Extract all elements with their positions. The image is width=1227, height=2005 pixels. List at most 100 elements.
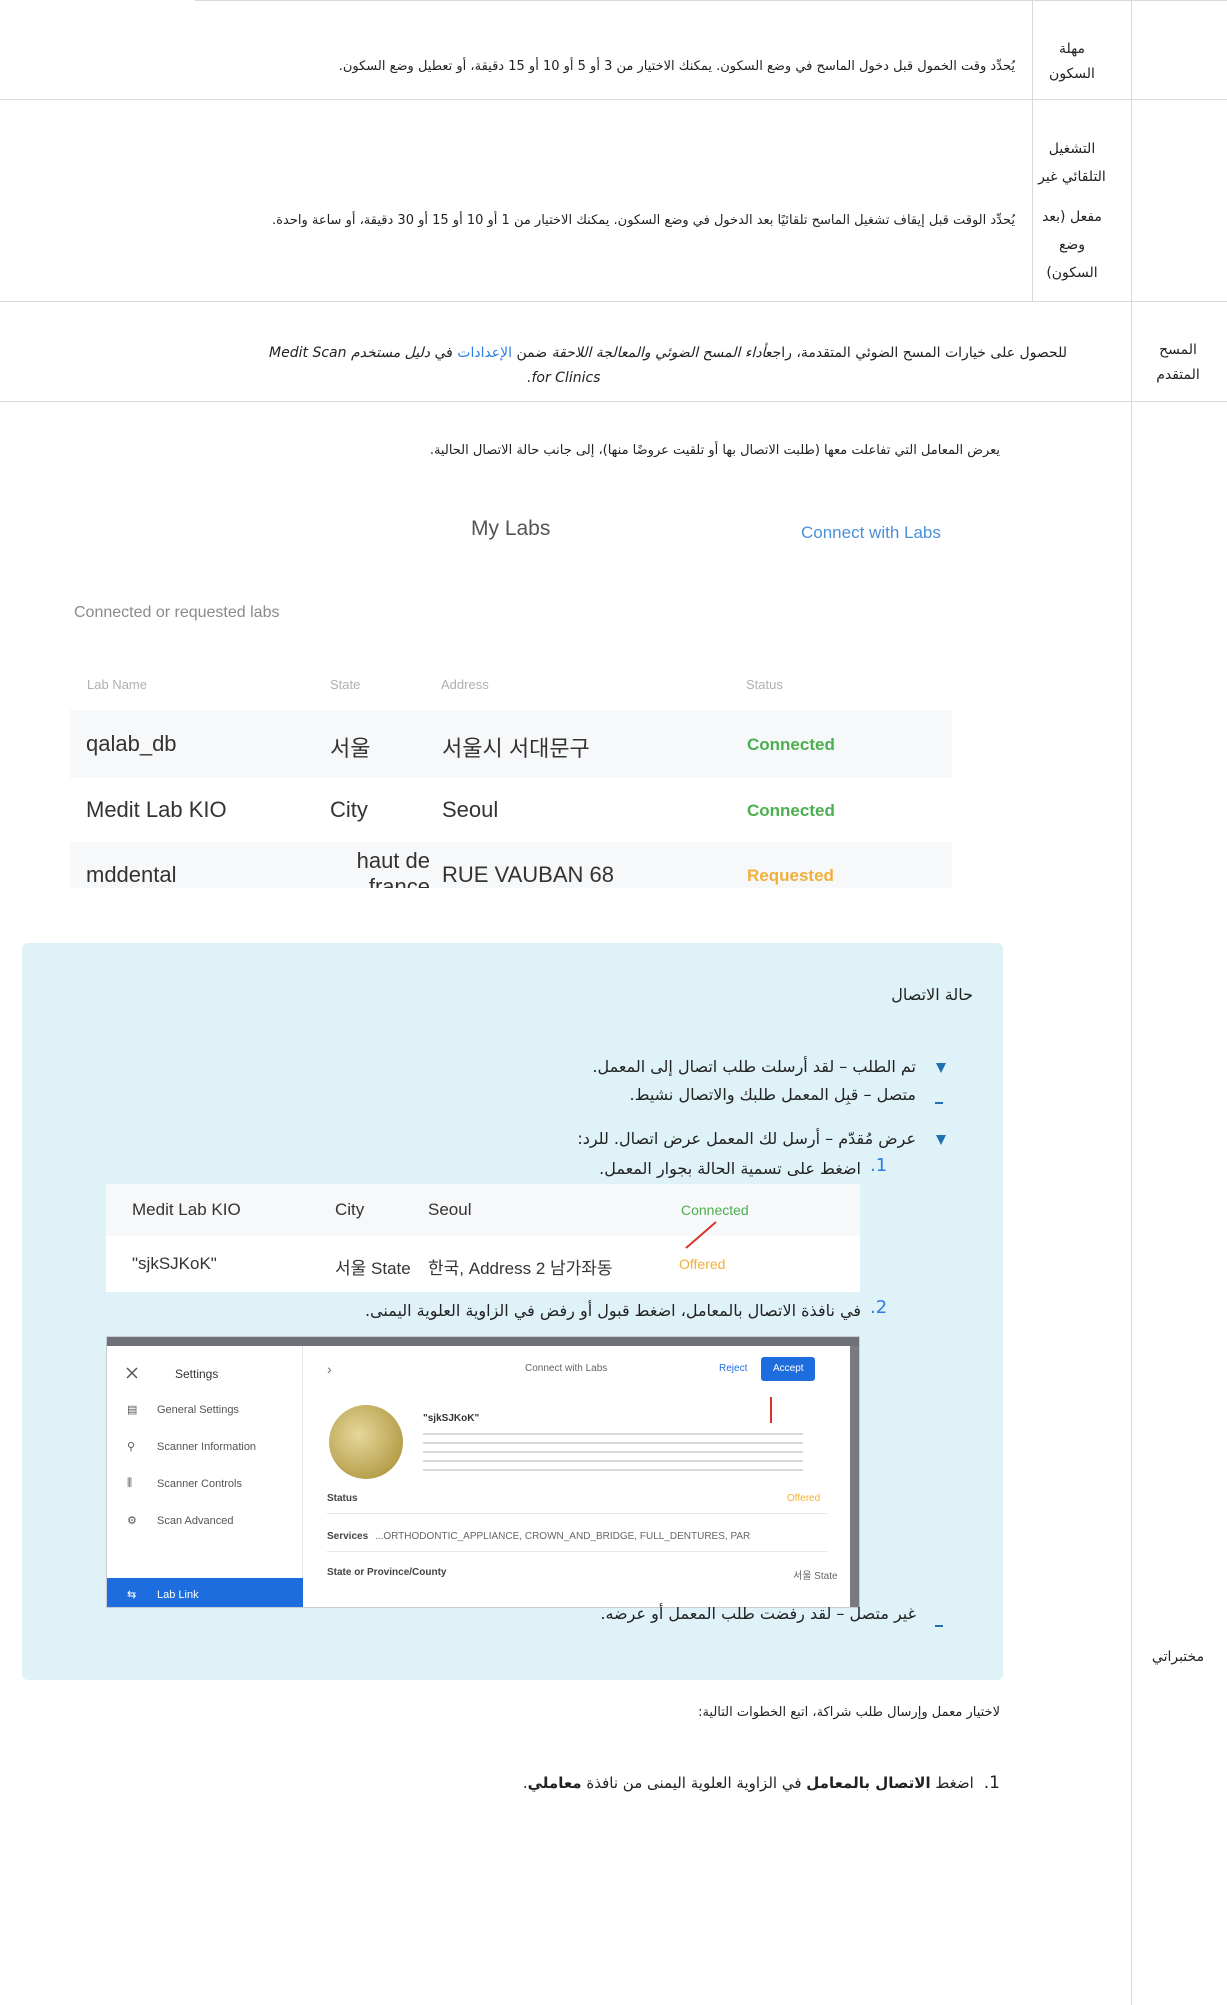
lab-state: 서울 (330, 736, 371, 761)
lab-name: Medit Lab KIO (86, 797, 227, 822)
advanced-scan-description-line2: for Clinics. (527, 367, 600, 389)
label-line: المسح (1159, 342, 1197, 358)
col-header-address: Address (441, 677, 489, 692)
label-line: مهلة (1058, 41, 1086, 57)
my-labs-description: يعرض المعامل التي تفاعلت معها (طلبت الات… (429, 443, 1000, 458)
lab-address: 서울시 서대문구 (442, 736, 590, 761)
status-value: Offered (787, 1493, 821, 1504)
table-row[interactable]: Medit Lab KIO City Seoul Connected (70, 776, 952, 844)
row-divider (0, 301, 1227, 302)
label-line: السكون (1049, 66, 1095, 82)
settings-sidebar: Settings ▤ General Settings ⚲ Scanner In… (107, 1346, 303, 1607)
auto-off-description: يُحدِّد الوقت قبل إيقاف تشغيل الماسح تلق… (272, 213, 1015, 228)
bullet-dash-icon (935, 1102, 943, 1104)
divider (327, 1551, 827, 1552)
state-value: 서울 State (793, 1571, 838, 1582)
lab-address: Seoul (442, 797, 499, 822)
status-label: Status (327, 1493, 358, 1504)
lab-name: mddental (86, 862, 177, 887)
sidebar-item-scan-advanced[interactable]: Scan Advanced (157, 1515, 233, 1527)
table-row[interactable]: qalab_db 서울 서울시 서대문구 Connected (70, 710, 952, 778)
section-title: Connected or requested labs (74, 604, 280, 621)
status-badge[interactable]: Requested (747, 866, 834, 886)
sidebar-item-scanner-controls[interactable]: Scanner Controls (157, 1478, 242, 1490)
row-label-auto-off: التشغيل التلقائي غير مفعل (بعد وضع السكو… (1029, 135, 1115, 287)
sidebar-item-scanner-info[interactable]: Scanner Information (157, 1441, 256, 1453)
accept-button[interactable]: Accept (761, 1357, 815, 1381)
text-segment: للحصول على خيارات المسح الضوئي المتقدمة،… (765, 345, 1067, 361)
row-label-sleep-timeout: مهلة السكون (1029, 37, 1115, 87)
back-chevron-icon[interactable]: ‹ (327, 1361, 332, 1377)
sidebar-item-general[interactable]: General Settings (157, 1404, 239, 1416)
row-divider (0, 401, 1227, 402)
label-line: السكون) (1046, 265, 1098, 281)
sidebar-item-lab-link[interactable]: ⇆ Lab Link (107, 1578, 303, 1607)
col-header-lab-name: Lab Name (87, 677, 147, 692)
lab-state: haut de france (356, 848, 430, 888)
lab-name: "sjkSJKoK" (423, 1413, 480, 1424)
lab-address: 68 RUE VAUBAN (442, 862, 615, 887)
lab-name: Medit Lab KIO (132, 1200, 241, 1219)
note-title: حالة الاتصال (891, 985, 973, 1004)
connect-with-labs-button[interactable]: Connect with Labs (801, 523, 941, 543)
label-line: مفعل (بعد (1042, 209, 1102, 225)
reject-button[interactable]: Reject (719, 1363, 747, 1374)
close-icon[interactable] (125, 1366, 139, 1380)
column-divider (1131, 0, 1132, 2005)
select-lab-intro: لاختيار معمل وإرسال طلب شراكة، اتبع الخط… (698, 1705, 1000, 1720)
ui-term: الاتصال بالمعامل (806, 1774, 931, 1792)
controls-icon: ⫼ (127, 1477, 133, 1489)
table-border-top (195, 0, 1227, 1)
lab-state: City (330, 797, 368, 822)
panel-header: Connect with Labs (525, 1363, 608, 1374)
table-row[interactable]: "sjkSJKoK" 서울 State 한국, Address 2 남가좌동 O… (106, 1238, 860, 1290)
state-label: State or Province/County (327, 1567, 447, 1578)
divider (327, 1513, 827, 1514)
lab-address: 한국, Address 2 남가좌동 (428, 1259, 613, 1278)
bullet-triangle-icon (936, 1063, 946, 1073)
step-number: 2. (870, 1297, 888, 1318)
status-badge[interactable]: Connected (747, 801, 835, 821)
status-offered: عرض مُقدّم – أرسل لك المعمل عرض اتصال. ل… (577, 1129, 916, 1148)
status-badge[interactable]: Connected (747, 735, 835, 755)
italic-title: for Clinics. (527, 370, 601, 386)
label-line: التلقائي غير (1038, 169, 1106, 185)
text-segment: اضغط (930, 1774, 974, 1792)
services-value: ORTHODONTIC_APPLIANCE, CROWN_AND_BRIDGE,… (375, 1531, 751, 1542)
table-row[interactable]: Medit Lab KIO City Seoul Connected (106, 1184, 860, 1236)
table-row[interactable]: mddental haut de france 68 RUE VAUBAN Re… (70, 842, 952, 888)
bullet-dash-icon (935, 1625, 943, 1627)
sidebar-title: Settings (175, 1367, 219, 1381)
status-disconnected: غير متصل – لقد رفضت طلب المعمل أو عرضه. (600, 1604, 916, 1623)
window-titlebar (107, 1337, 859, 1346)
lab-avatar (329, 1405, 403, 1479)
advanced-icon: ⚙ (127, 1515, 137, 1527)
row-label-advanced-scan: المسح المتقدم (1135, 338, 1221, 388)
status-badge[interactable]: Connected (681, 1202, 749, 1218)
status-requested: تم الطلب – لقد أرسلت طلب اتصال إلى المعم… (592, 1057, 916, 1076)
lab-state: City (335, 1200, 365, 1219)
text-segment: في (430, 345, 458, 361)
lab-description (423, 1433, 803, 1473)
status-connected: متصل – قبِل المعمل طلبك والاتصال نشيط. (629, 1085, 916, 1104)
window-scrollbar[interactable] (850, 1346, 859, 1607)
settings-icon: ▤ (127, 1404, 138, 1416)
col-header-status: Status (746, 677, 783, 692)
settings-link[interactable]: الإعدادات (457, 345, 512, 361)
ui-term: معاملي (527, 1774, 582, 1792)
red-marker-icon (770, 1397, 772, 1423)
text-segment: ضمن (512, 345, 552, 361)
step-number: 1. (870, 1155, 888, 1176)
text-segment: في الزاوية العلوية اليمنى من نافذة (581, 1774, 807, 1792)
my-labs-title: My Labs (471, 517, 551, 540)
offered-step-2: في نافذة الاتصال بالمعامل، اضغط قبول أو … (364, 1301, 861, 1320)
row-divider (0, 99, 1227, 100)
label-line: التشغيل (1048, 141, 1096, 157)
lab-address: Seoul (428, 1200, 472, 1219)
bullet-triangle-icon (936, 1135, 946, 1145)
row-label-my-labs: مختبراتي (1151, 1649, 1205, 1665)
advanced-scan-description: للحصول على خيارات المسح الضوئي المتقدمة،… (47, 338, 1067, 368)
red-pointer-arrow-icon (685, 1221, 717, 1249)
status-badge[interactable]: Offered (679, 1256, 725, 1272)
connect-with-labs-screenshot: Settings ▤ General Settings ⚲ Scanner In… (106, 1336, 860, 1608)
